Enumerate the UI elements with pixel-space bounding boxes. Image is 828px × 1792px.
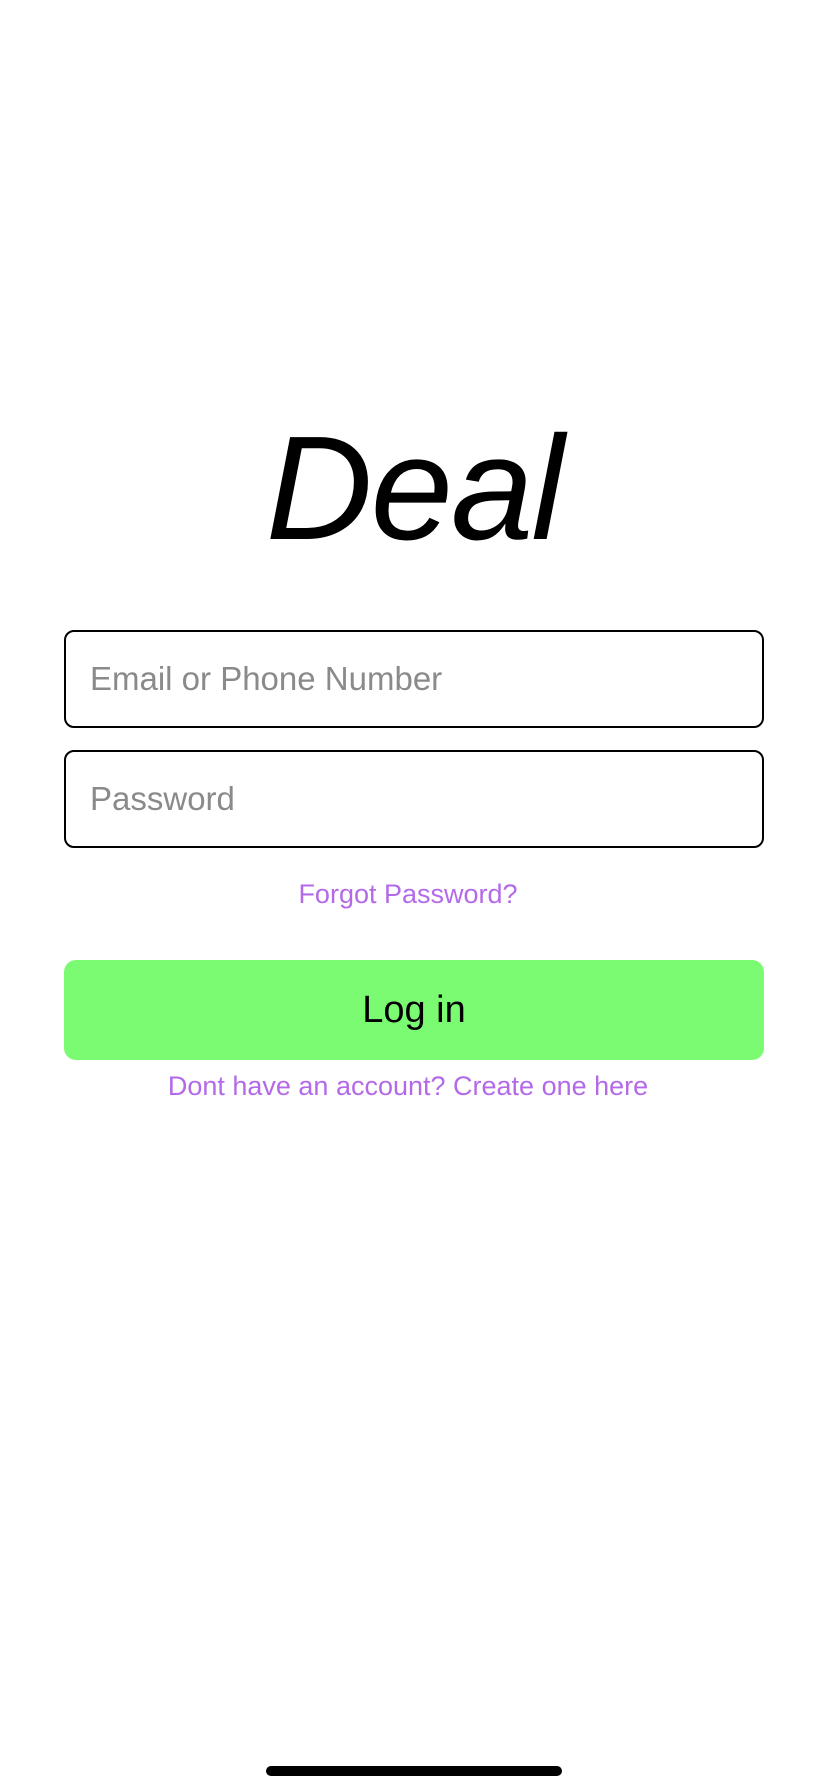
home-indicator[interactable]	[266, 1766, 562, 1776]
login-button[interactable]: Log in	[64, 960, 764, 1060]
app-logo: Deal	[265, 406, 564, 571]
email-field[interactable]	[88, 659, 740, 699]
create-account-link[interactable]: Dont have an account? Create one here	[0, 1066, 816, 1106]
password-field-container[interactable]	[64, 750, 764, 848]
password-field[interactable]	[88, 779, 740, 819]
email-field-container[interactable]	[64, 630, 764, 728]
forgot-password-link[interactable]: Forgot Password?	[0, 874, 816, 914]
